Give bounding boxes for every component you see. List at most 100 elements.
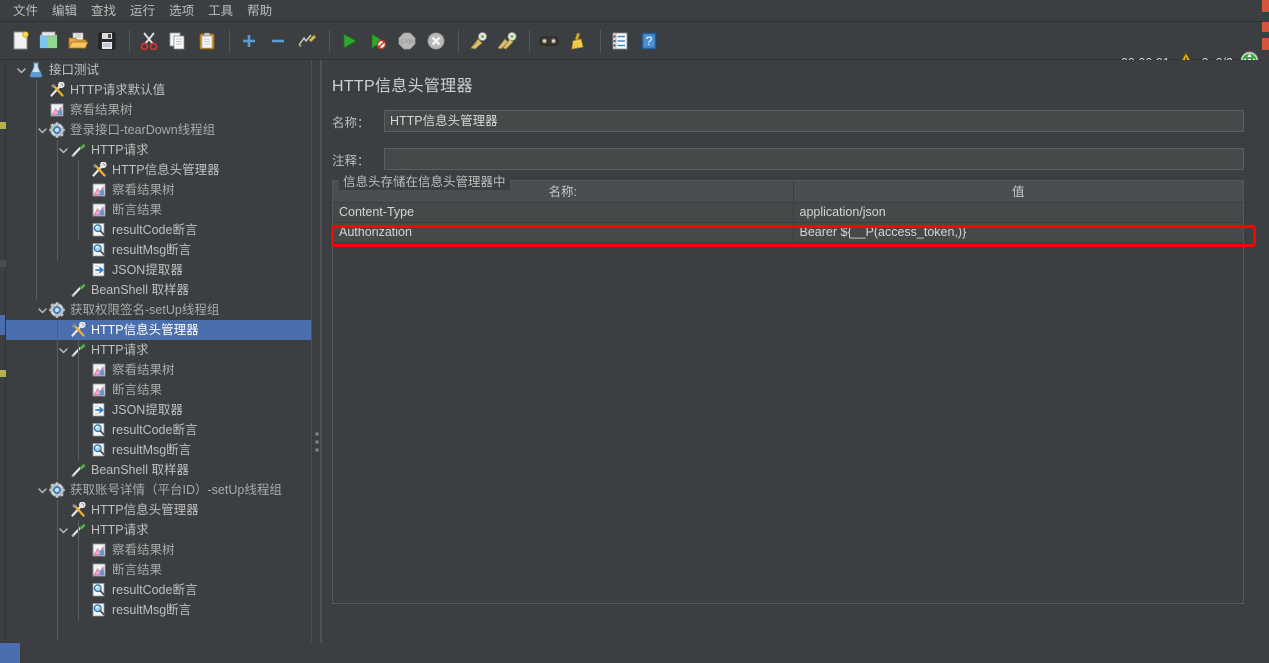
paste-icon[interactable]	[194, 28, 220, 54]
tree-node[interactable]: 察看结果树	[6, 540, 311, 560]
tree-node[interactable]: 接口测试	[6, 60, 311, 80]
tree-node[interactable]: JSON提取器	[6, 400, 311, 420]
tree-node[interactable]: resultMsg断言	[6, 600, 311, 620]
header-name-cell[interactable]: Authorization	[333, 222, 794, 243]
gutter-selection-mark	[0, 315, 5, 335]
tree-node[interactable]: resultCode断言	[6, 580, 311, 600]
page-title: HTTP信息头管理器	[332, 78, 473, 95]
header-value-cell[interactable]: application/json	[793, 202, 1243, 223]
menu-help[interactable]: 帮助	[240, 1, 279, 21]
clear-all-icon[interactable]	[494, 28, 520, 54]
cut-icon[interactable]	[136, 28, 162, 54]
tree-node[interactable]: HTTP请求	[6, 520, 311, 540]
open-icon[interactable]	[65, 28, 91, 54]
tree-node-label: JSON提取器	[112, 403, 183, 417]
tree-node-label: HTTP请求默认值	[70, 83, 166, 97]
header-value-cell[interactable]: Bearer ${__P(access_token,)}	[793, 222, 1243, 243]
svg-text:STOP: STOP	[400, 39, 414, 45]
menu-file[interactable]: 文件	[6, 1, 45, 21]
thread-group-icon	[49, 301, 66, 319]
toggle-log-icon[interactable]	[607, 28, 633, 54]
tree-node[interactable]: BeanShell 取样器	[6, 280, 311, 300]
tree-node[interactable]: HTTP信息头管理器	[6, 320, 311, 340]
help-icon[interactable]: ?	[636, 28, 662, 54]
tree-node[interactable]: resultMsg断言	[6, 240, 311, 260]
tree-node[interactable]: 获取权限签名-setUp线程组	[6, 300, 311, 320]
clear-icon[interactable]	[465, 28, 491, 54]
split-pane-divider[interactable]	[311, 60, 321, 643]
headers-group: 信息头存储在信息头管理器中 名称: 值 Content-Type applicat…	[332, 171, 1244, 604]
tree-node[interactable]: 察看结果树	[6, 180, 311, 200]
tree-node[interactable]: 察看结果树	[6, 100, 311, 120]
expand-icon[interactable]	[236, 28, 262, 54]
chevron-down-icon[interactable]	[35, 120, 49, 140]
menu-run[interactable]: 运行	[123, 1, 162, 21]
tree-guide-line	[57, 500, 58, 640]
tree-node[interactable]: 获取账号详情（平台ID）-setUp线程组	[6, 480, 311, 500]
save-icon[interactable]	[94, 28, 120, 54]
tree-node-label: resultCode断言	[112, 423, 198, 437]
copy-icon[interactable]	[165, 28, 191, 54]
tree-node[interactable]: resultCode断言	[6, 420, 311, 440]
edge-error-mark	[1262, 22, 1269, 32]
tree-node[interactable]: HTTP信息头管理器	[6, 160, 311, 180]
name-input[interactable]: HTTP信息头管理器	[384, 110, 1244, 132]
tree-node[interactable]: resultMsg断言	[6, 440, 311, 460]
chevron-down-icon[interactable]	[56, 140, 70, 160]
bottom-bar	[0, 643, 1269, 663]
search-icon[interactable]	[536, 28, 562, 54]
header-manager-editor: HTTP信息头管理器 名称： HTTP信息头管理器 注释： 信息头存储在信息头管…	[321, 60, 1262, 643]
chevron-down-icon[interactable]	[56, 520, 70, 540]
tree-node[interactable]: 断言结果	[6, 380, 311, 400]
new-icon[interactable]	[7, 28, 33, 54]
tree-node[interactable]: HTTP请求	[6, 340, 311, 360]
chevron-down-icon[interactable]	[14, 60, 28, 80]
column-header-value[interactable]: 值	[793, 180, 1243, 203]
toolbar-separator	[229, 29, 230, 52]
chevron-down-icon[interactable]	[35, 300, 49, 320]
chevron-down-icon[interactable]	[56, 340, 70, 360]
tree-guide-line	[57, 320, 58, 480]
tree-node[interactable]: 察看结果树	[6, 360, 311, 380]
tree-node-label: 获取权限签名-setUp线程组	[70, 303, 220, 317]
menu-search[interactable]: 查找	[84, 1, 123, 21]
menu-options[interactable]: 选项	[162, 1, 201, 21]
right-edge-scrollbar[interactable]	[1262, 0, 1269, 663]
tree-node[interactable]: HTTP请求默认值	[6, 80, 311, 100]
tree-node[interactable]: 断言结果	[6, 560, 311, 580]
start-no-timers-icon[interactable]	[365, 28, 391, 54]
tree-node-label: BeanShell 取样器	[91, 283, 189, 297]
edge-error-mark	[1262, 0, 1269, 12]
start-icon[interactable]	[336, 28, 362, 54]
tree-node-label: HTTP信息头管理器	[91, 503, 199, 517]
tree-node[interactable]: JSON提取器	[6, 260, 311, 280]
tree-node[interactable]: 断言结果	[6, 200, 311, 220]
menu-edit[interactable]: 编辑	[45, 1, 84, 21]
templates-icon[interactable]	[36, 28, 62, 54]
tree-node-label: resultMsg断言	[112, 603, 192, 617]
toggle-icon[interactable]	[294, 28, 320, 54]
reset-search-icon[interactable]	[565, 28, 591, 54]
tree-node[interactable]: HTTP请求	[6, 140, 311, 160]
table-row[interactable]: Authorization Bearer ${__P(access_token,)…	[333, 222, 1243, 243]
tree-node[interactable]: 登录接口-tearDown线程组	[6, 120, 311, 140]
header-name-cell[interactable]: Content-Type	[333, 202, 794, 223]
chevron-down-icon[interactable]	[35, 480, 49, 500]
tree-guide-line	[78, 340, 79, 460]
tree-node[interactable]: BeanShell 取样器	[6, 460, 311, 480]
table-empty-area[interactable]	[333, 242, 1243, 603]
tree-node[interactable]: resultCode断言	[6, 220, 311, 240]
tree-node-label: resultMsg断言	[112, 443, 192, 457]
comment-input[interactable]	[384, 148, 1244, 170]
table-row[interactable]: Content-Type application/json	[333, 202, 1243, 223]
tree-node[interactable]: HTTP信息头管理器	[6, 500, 311, 520]
test-plan-tree[interactable]: 接口测试 HTTP请求默认值 察看结果树 登录接口-tearDown线程组 HTTP请求…	[6, 60, 311, 643]
menu-tools[interactable]: 工具	[201, 1, 240, 21]
tree-node-label: 察看结果树	[70, 103, 133, 117]
collapse-icon[interactable]	[265, 28, 291, 54]
